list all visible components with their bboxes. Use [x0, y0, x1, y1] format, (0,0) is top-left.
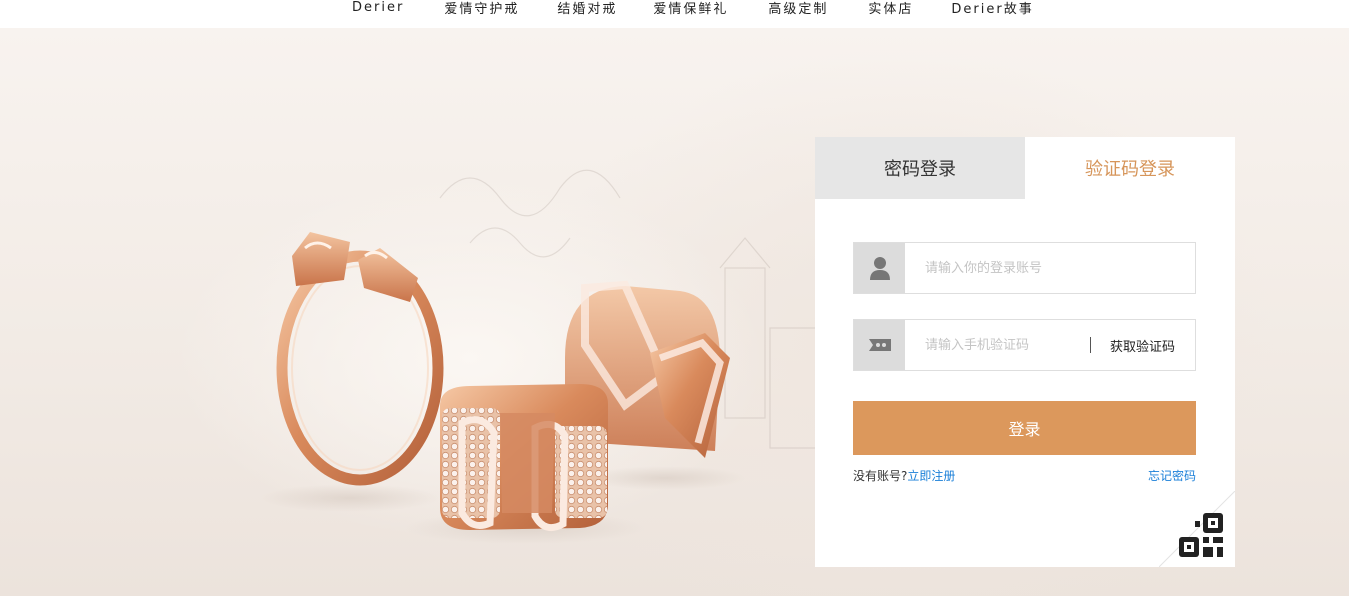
nav-item-custom[interactable]: 高级定制 [768, 0, 828, 17]
get-code-button[interactable]: 获取验证码 [1091, 336, 1195, 355]
nav-item-stores[interactable]: 实体店 [868, 0, 913, 17]
nav-item-derier[interactable]: Derier [352, 0, 404, 15]
login-tabs: 密码登录 验证码登录 [815, 137, 1235, 199]
nav-list: Derier 爱情守护戒 结婚对戒 爱情保鲜礼 高级定制 实体店 Derier故… [352, 0, 1034, 17]
account-input[interactable] [905, 243, 1195, 293]
qr-code-icon [1158, 490, 1236, 568]
account-field [853, 242, 1196, 294]
code-field: 获取验证码 [853, 319, 1196, 371]
login-button[interactable]: 登录 [853, 401, 1196, 455]
verification-code-input[interactable] [905, 320, 1090, 370]
tab-code-login[interactable]: 验证码登录 [1025, 137, 1235, 199]
no-account-text: 没有账号? [853, 469, 908, 483]
user-icon [854, 243, 905, 293]
ring-front [440, 384, 608, 532]
register-link[interactable]: 立即注册 [907, 469, 955, 483]
nav-item-wedding-rings[interactable]: 结婚对戒 [557, 0, 617, 17]
forgot-password-link[interactable]: 忘记密码 [1148, 467, 1196, 484]
login-panel: 密码登录 验证码登录 获取验证码 登录 没有账号?立即注册 忘记密码 [815, 137, 1236, 568]
ring-left [276, 232, 444, 486]
nav-item-story[interactable]: Derier故事 [951, 0, 1033, 17]
nav-item-love-gifts[interactable]: 爱情保鲜礼 [653, 0, 728, 17]
qr-code-toggle[interactable] [1158, 490, 1236, 568]
message-icon [854, 320, 905, 370]
login-links: 没有账号?立即注册 忘记密码 [853, 467, 1196, 484]
nav-item-love-guard-ring[interactable]: 爱情守护戒 [444, 0, 519, 17]
tab-password-login[interactable]: 密码登录 [815, 137, 1025, 199]
top-navigation: Derier 爱情守护戒 结婚对戒 爱情保鲜礼 高级定制 实体店 Derier故… [0, 0, 1349, 28]
